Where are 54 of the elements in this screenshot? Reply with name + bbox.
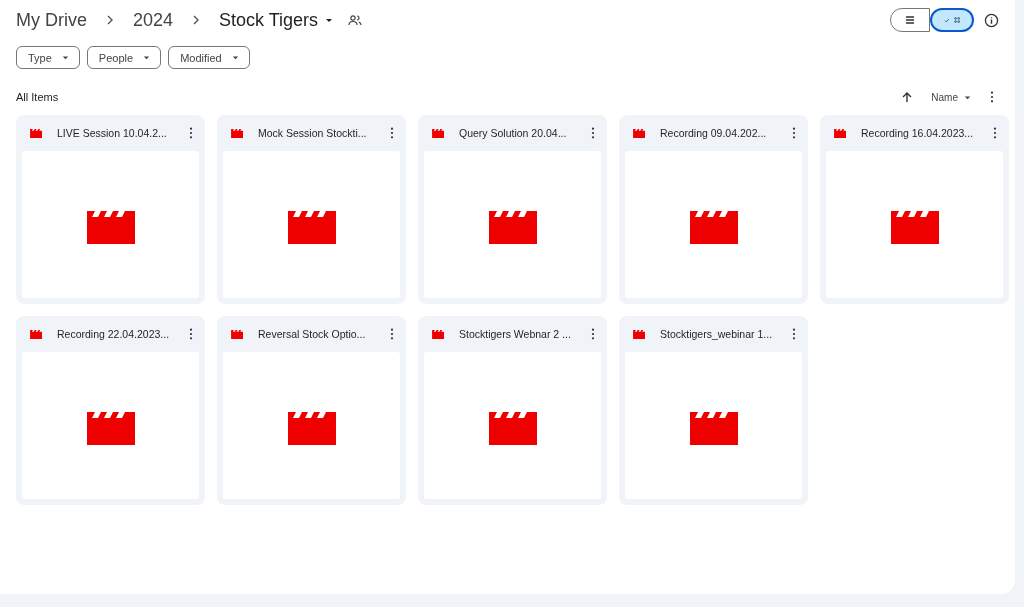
file-name: Stocktigers Webnar 2 ... [459,328,572,340]
video-file-icon [432,328,445,340]
list-icon [904,14,916,26]
filter-chip[interactable]: People [86,46,162,69]
section-title: All Items [16,91,59,103]
file-name: Recording 09.04.202... [660,127,768,139]
breadcrumb[interactable]: Stock Tigers [219,9,335,31]
file-card[interactable]: Query Solution 20.04... [418,115,607,304]
file-card[interactable]: Recording 09.04.202... [619,115,808,304]
file-card[interactable]: Mock Session Stockti... [217,115,406,304]
file-card[interactable]: Recording 22.04.2023... [16,316,205,505]
filter-chip[interactable]: Modified [168,46,250,69]
sort-direction-icon[interactable] [901,91,914,103]
sort-button[interactable]: Name [931,91,972,103]
file-card[interactable]: LIVE Session 10.04.2... [16,115,205,304]
more-icon[interactable] [993,127,997,139]
file-card[interactable]: Reversal Stock Optio... [217,316,406,505]
file-name: Query Solution 20.04... [459,127,568,139]
file-name: Reversal Stock Optio... [258,328,367,340]
video-file-icon [633,328,646,340]
breadcrumb[interactable]: 2024 [133,9,174,31]
more-icon[interactable] [792,127,796,139]
people-icon [348,14,363,26]
breadcrumb[interactable]: My Drive [16,9,87,31]
file-name: Recording 16.04.2023... [861,127,975,139]
more-icon[interactable] [990,91,994,103]
file-card[interactable]: Stocktigers Webnar 2 ... [418,316,607,505]
chevron-right-icon [193,15,200,25]
more-icon[interactable] [189,127,193,139]
filter-chip[interactable]: Type [16,46,80,69]
file-name: Mock Session Stockti... [258,127,368,139]
more-icon[interactable] [390,127,394,139]
more-icon[interactable] [591,127,595,139]
more-icon[interactable] [591,328,595,340]
grid-icon [953,14,960,26]
video-file-icon [633,127,646,139]
video-file-icon [231,328,244,340]
file-name: Recording 22.04.2023... [57,328,171,340]
video-file-icon [30,328,43,340]
file-card[interactable]: Recording 16.04.2023... [820,115,1009,304]
video-file-icon [30,127,43,139]
video-file-icon [432,127,445,139]
file-name: Stocktigers_webinar 1... [660,328,774,340]
file-name: LIVE Session 10.04.2... [57,127,168,139]
more-icon[interactable] [792,328,796,340]
list-view-button[interactable] [890,8,930,32]
grid-view-button[interactable] [930,8,974,32]
chevron-right-icon [107,15,113,25]
more-icon[interactable] [189,328,193,340]
file-card[interactable]: Stocktigers_webinar 1... [619,316,808,505]
video-file-icon [231,127,244,139]
more-icon[interactable] [390,328,394,340]
info-icon[interactable] [984,12,999,28]
video-file-icon [834,127,847,139]
